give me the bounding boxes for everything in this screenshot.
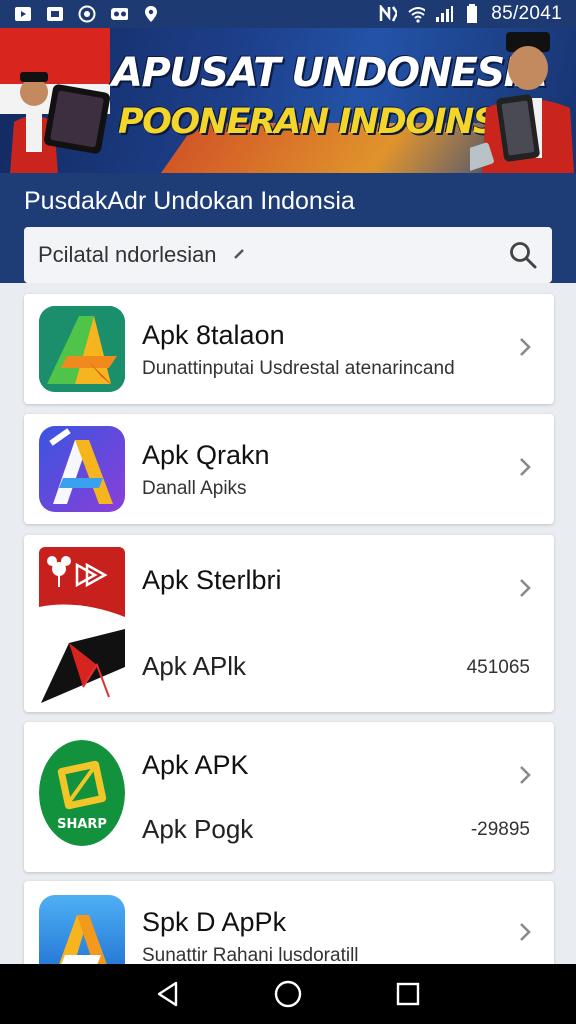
status-bar: 85/2041 [0, 0, 576, 28]
chevron-right-icon [520, 579, 531, 597]
voicemail-icon [110, 6, 128, 22]
sharp-icon: SHARP [39, 740, 125, 846]
search-input[interactable]: Pcilatal ndorlesian [24, 227, 552, 283]
status-time: 85/2041 [491, 3, 562, 24]
media-icon [14, 6, 32, 22]
chevron-right-icon [520, 766, 531, 784]
chevron-right-icon [520, 923, 531, 941]
app-subtitle: Danall Apiks [142, 478, 247, 499]
app-title: Apk APK [142, 750, 249, 780]
promo-banner[interactable]: APUSAT UNDONESIA POONERAN INDOINSIA [0, 28, 576, 173]
back-icon[interactable] [148, 974, 188, 1014]
download-count: 451065 [466, 657, 530, 678]
image-icon [46, 6, 64, 22]
app-title: Spk D ApPk [142, 907, 287, 937]
chevron-right-icon [520, 338, 531, 356]
chevron-right-icon [520, 458, 531, 476]
app-subtitle: Dunattinputai Usdrestal atenarincand [142, 358, 455, 379]
list-item[interactable]: Apk 8talaon Dunattinputai Usdrestal aten… [24, 294, 554, 404]
red-flag-icon [39, 547, 125, 707]
location-icon [142, 6, 160, 22]
wifi-icon [407, 6, 426, 23]
nfc-icon [379, 5, 398, 22]
app-title: Apk 8talaon [142, 320, 285, 350]
recents-icon[interactable] [388, 974, 428, 1014]
app-title: Apk Sterlbri [142, 565, 282, 595]
signal-icon [435, 6, 454, 22]
purple-a-icon [39, 426, 125, 512]
page-header: PusdakAdr Undokan Indonsia Pcilatal ndor… [0, 173, 576, 283]
page-title: PusdakAdr Undokan Indonsia [24, 187, 355, 215]
list-item[interactable]: Apk Qrakn Danall Apiks [24, 414, 554, 524]
green-a-icon [39, 306, 125, 392]
text-cursor-icon [233, 247, 245, 263]
app-subtitle: Apk APlk [142, 651, 247, 681]
home-icon[interactable] [268, 974, 308, 1014]
list-item[interactable]: SHARP Apk APK Apk Pogk -29895 [24, 722, 554, 872]
app-title: Apk Qrakn [142, 440, 270, 470]
download-count: -29895 [470, 819, 530, 840]
list-item[interactable]: Apk Sterlbri Apk APlk 451065 [24, 535, 554, 712]
vpn-icon [78, 5, 96, 23]
navigation-bar [0, 964, 576, 1024]
battery-icon [463, 4, 481, 23]
svg-text:SHARP: SHARP [57, 817, 107, 832]
search-value[interactable]: Pcilatal ndorlesian [38, 242, 217, 268]
search-icon[interactable] [508, 240, 538, 270]
person-right-illustration [470, 32, 574, 173]
app-subtitle: Apk Pogk [142, 814, 254, 844]
person-left-illustration [10, 72, 110, 173]
